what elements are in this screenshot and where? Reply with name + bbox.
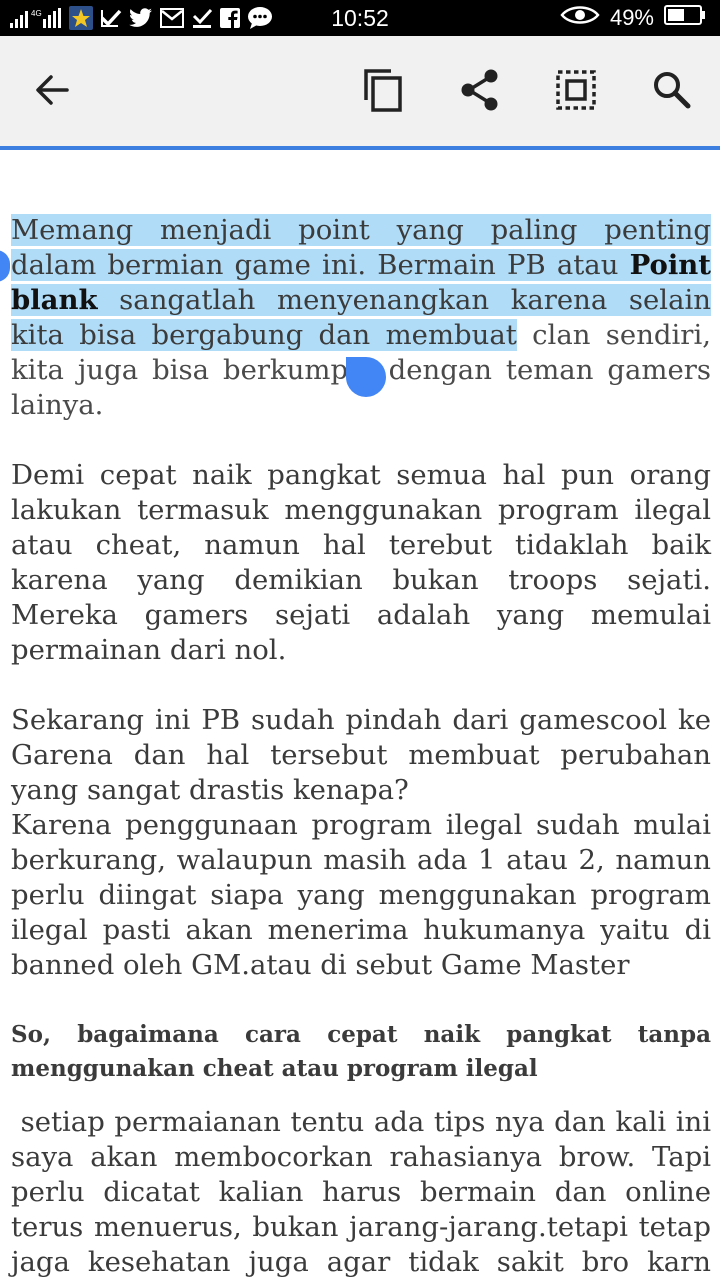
paragraph-ilegal: Karena penggunaan program ilegal sudah m… <box>11 809 711 981</box>
paragraph-garena: Sekarang ini PB sudah pindah dari gamesc… <box>11 704 711 806</box>
battery-icon <box>664 5 706 31</box>
search-button[interactable] <box>646 66 698 118</box>
selection-end-handle[interactable] <box>346 357 386 397</box>
text-selection-toolbar <box>0 36 720 146</box>
back-button[interactable] <box>26 66 78 118</box>
eye-icon <box>560 5 600 31</box>
selection-start-handle[interactable] <box>0 250 10 282</box>
copy-button[interactable] <box>357 66 409 118</box>
toolbar-accent-line <box>0 146 720 150</box>
select-all-icon <box>556 70 596 114</box>
system-status: 49% <box>560 0 706 36</box>
back-arrow-icon <box>34 74 70 110</box>
copy-icon <box>362 67 404 117</box>
paragraph-cheat: Demi cepat naik pangkat semua hal pun or… <box>11 459 711 666</box>
section-heading: So, bagaimana cara cepat naik pangkat ta… <box>11 1021 711 1082</box>
select-all-button[interactable] <box>550 66 602 118</box>
selected-text-1[interactable]: Memang menjadi point yang paling penting… <box>11 214 711 281</box>
share-icon <box>460 69 500 115</box>
battery-percent: 49% <box>609 5 654 30</box>
paragraph-tips: setiap permaianan tentu ada tips nya dan… <box>11 1106 711 1278</box>
search-icon <box>652 70 692 114</box>
status-bar: 4G 10:52 49% <box>0 0 720 36</box>
share-button[interactable] <box>454 66 506 118</box>
